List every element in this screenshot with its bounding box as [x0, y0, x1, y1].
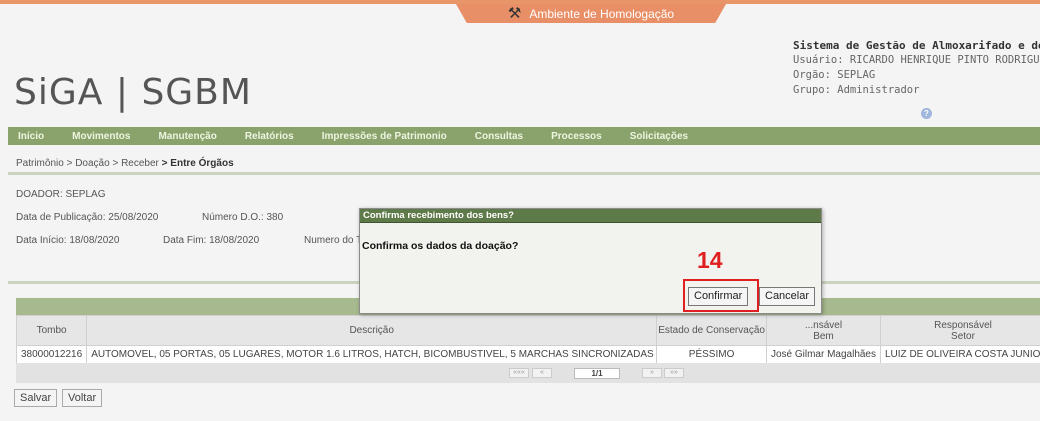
pager-last-button[interactable]: »»	[664, 368, 684, 378]
table-header-row: Tombo Descrição Estado de Conservação ..…	[15, 315, 1040, 346]
menu-item-consultas[interactable]: Consultas	[475, 131, 523, 142]
data-inicio-field: Data Início: 18/08/2020	[16, 235, 120, 246]
menu-item-relatorios[interactable]: Relatórios	[245, 131, 294, 142]
app-logo[interactable]: SiGA | SGBM	[14, 72, 252, 113]
help-icon[interactable]: ?	[921, 108, 932, 119]
cell-descricao: AUTOMOVEL, 05 PORTAS, 05 LUGARES, MOTOR …	[86, 345, 658, 364]
environment-bar	[0, 0, 1040, 4]
cell-responsavel-setor: LUIZ DE OLIVEIRA COSTA JUNIOR	[880, 345, 1040, 364]
user-group: Grupo: Administrador	[793, 84, 920, 96]
col-estado[interactable]: Estado de Conservação	[656, 315, 767, 346]
main-menu: Início Movimentos Manutenção Relatórios …	[8, 127, 1040, 145]
cancelar-button[interactable]: Cancelar	[759, 287, 816, 306]
menu-item-processos[interactable]: Processos	[551, 131, 602, 142]
col-responsavel-setor[interactable]: Responsável Setor	[880, 315, 1040, 346]
cell-responsavel-bem: José Gilmar Magalhães	[765, 345, 882, 364]
pager-next-button[interactable]: »	[642, 368, 662, 378]
data-publicacao-field: Data de Publicação: 25/08/2020	[16, 212, 159, 223]
menu-item-manutencao[interactable]: Manutenção	[158, 131, 216, 142]
col-responsavel-bem[interactable]: ...nsável Bem	[765, 315, 882, 346]
data-fim-field: Data Fim: 18/08/2020	[163, 235, 260, 246]
pager: ««« « 1/1 » »»	[16, 363, 1040, 383]
table-row[interactable]: 38000012216 AUTOMOVEL, 05 PORTAS, 05 LUG…	[15, 345, 1040, 364]
environment-label: Ambiente de Homologação	[529, 6, 675, 21]
menu-item-solicitacoes[interactable]: Solicitações	[630, 131, 688, 142]
divider	[8, 172, 1040, 175]
pager-prev-button[interactable]: «	[532, 368, 552, 378]
breadcrumb-receber[interactable]: > Receber	[112, 158, 158, 169]
menu-item-inicio[interactable]: Início	[18, 131, 44, 142]
col-descricao[interactable]: Descrição	[86, 315, 658, 346]
breadcrumb: Patrimônio > Doação > Receber > Entre Ór…	[16, 158, 234, 169]
voltar-button[interactable]: Voltar	[62, 389, 103, 407]
user-org: Orgão: SEPLAG	[793, 69, 876, 81]
items-table: Tombo Descrição Estado de Conservação ..…	[15, 315, 1040, 364]
col-resp-bem-line2: Bem	[813, 330, 834, 342]
cell-estado: PÉSSIMO	[656, 345, 767, 364]
col-tombo[interactable]: Tombo	[15, 315, 88, 346]
confirmar-button[interactable]: Confirmar	[688, 287, 749, 306]
numero-termo-field: Numero do T	[304, 235, 363, 246]
col-resp-setor-line1: Responsável	[934, 319, 992, 331]
dialog-message: Confirma os dados da doação?	[362, 240, 519, 252]
breadcrumb-doacao[interactable]: > Doação	[67, 158, 110, 169]
cell-tombo: 38000012216	[15, 345, 88, 364]
logo-right: SGBM	[141, 72, 252, 113]
doador-field: DOADOR: SEPLAG	[16, 189, 106, 200]
col-resp-setor-line2: Setor	[951, 330, 975, 342]
breadcrumb-current: > Entre Órgãos	[161, 158, 234, 169]
dialog-title[interactable]: Confirma recebimento dos bens?	[360, 209, 821, 223]
user-info: Sistema de Gestão de Almoxarifado e de E…	[793, 38, 1040, 98]
tools-icon: ⚒	[507, 5, 522, 22]
numero-do-field: Número D.O.: 380	[202, 212, 284, 223]
environment-tab: ⚒ Ambiente de Homologação	[456, 4, 726, 23]
breadcrumb-patrimonio[interactable]: Patrimônio	[16, 158, 64, 169]
pager-page-input[interactable]: 1/1	[574, 368, 620, 379]
step-annotation: 14	[697, 247, 723, 273]
col-resp-bem-line1: ...nsável	[804, 319, 843, 331]
menu-item-movimentos[interactable]: Movimentos	[72, 131, 130, 142]
system-name: Sistema de Gestão de Almoxarifado e de E	[793, 39, 1040, 52]
menu-item-impressoes[interactable]: Impressões de Patrimonio	[322, 131, 447, 142]
logo-left: SiGA	[14, 72, 104, 113]
page: ⚒ Ambiente de Homologação SiGA | SGBM Si…	[0, 0, 1040, 421]
logo-separator: |	[115, 72, 129, 113]
user-name: Usuário: RICARDO HENRIQUE PINTO RODRIGU	[793, 54, 1040, 66]
pager-first-button[interactable]: «««	[509, 368, 529, 378]
salvar-button[interactable]: Salvar	[14, 389, 58, 407]
